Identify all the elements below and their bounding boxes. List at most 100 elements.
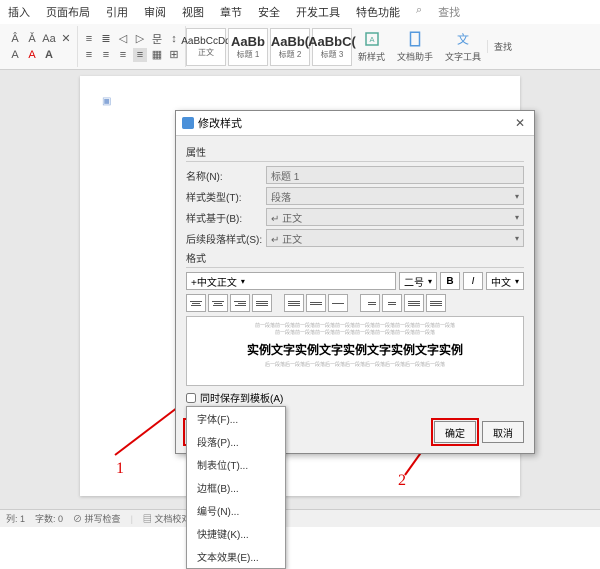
- spellcheck-icon[interactable]: ⊘ 拼写检查: [73, 512, 121, 525]
- section-properties: 属性: [186, 144, 524, 162]
- menu-special[interactable]: 特色功能: [356, 4, 400, 20]
- close-icon[interactable]: ✕: [512, 116, 528, 130]
- align-justify-button[interactable]: [252, 294, 272, 312]
- menu-font[interactable]: 字体(F)...: [187, 407, 285, 430]
- ok-button[interactable]: 确定: [434, 421, 476, 443]
- alignment-row: [186, 294, 524, 312]
- align-right-icon[interactable]: ≡: [116, 48, 130, 62]
- preview-pane: 前一段落前一段落前一段落前一段落前一段落前一段落前一段落前一段落前一段落前一段落…: [186, 316, 524, 386]
- status-words: 字数: 0: [35, 512, 63, 525]
- doc-helper-button[interactable]: 文档助手: [391, 30, 439, 63]
- italic-button[interactable]: I: [463, 272, 483, 290]
- bullet-list-icon[interactable]: ≡: [82, 32, 96, 46]
- style-h3[interactable]: AaBbC(标题 3: [312, 28, 352, 66]
- menu-review[interactable]: 审阅: [144, 4, 166, 20]
- outdent-icon[interactable]: ◁: [116, 32, 130, 46]
- save-template-label: 同时保存到模板(A): [200, 390, 283, 405]
- font-color-icon[interactable]: A: [25, 48, 39, 62]
- number-list-icon[interactable]: ≣: [99, 32, 113, 46]
- menubar: 插入 页面布局 引用 审阅 视图 章节 安全 开发工具 特色功能 ⌕ 查找: [0, 0, 600, 24]
- border-icon[interactable]: ⊞: [167, 48, 181, 62]
- highlight-icon[interactable]: A: [8, 48, 22, 62]
- font-select[interactable]: +中文正文▾: [186, 272, 396, 290]
- clear-format-icon[interactable]: ✕: [59, 32, 73, 46]
- menu-dev[interactable]: 开发工具: [296, 4, 340, 20]
- paragraph-group: ≡ ≣ ◁ ▷ 문 ↕ ≡ ≡ ≡ ≡ ▦ ⊞: [78, 26, 186, 67]
- menu-tabstop[interactable]: 制表位(T)...: [187, 453, 285, 476]
- spacing-1-button[interactable]: [284, 294, 304, 312]
- bold-button[interactable]: B: [440, 272, 460, 290]
- font-shrink-icon[interactable]: Ǎ: [25, 32, 39, 46]
- align-right-button[interactable]: [230, 294, 250, 312]
- base-label: 样式基于(B):: [186, 210, 266, 225]
- modify-style-dialog: 修改样式 ✕ 属性 名称(N):标题 1 样式类型(T):段落▾ 样式基于(B)…: [175, 110, 535, 454]
- indent-inc-button[interactable]: [360, 294, 380, 312]
- align-left-button[interactable]: [186, 294, 206, 312]
- shading-icon[interactable]: ▦: [150, 48, 164, 62]
- toolbar: Â Ǎ Aa ✕ A A A ≡ ≣ ◁ ▷ 문 ↕ ≡ ≡ ≡ ≡ ▦ ⊞ …: [0, 24, 600, 70]
- indent-icon[interactable]: ▷: [133, 32, 147, 46]
- dialog-titlebar: 修改样式 ✕: [176, 111, 534, 136]
- type-select[interactable]: 段落▾: [266, 187, 524, 205]
- menu-layout[interactable]: 页面布局: [46, 4, 90, 20]
- align-left-icon[interactable]: ≡: [82, 48, 96, 62]
- text-tools-icon: 文: [454, 30, 472, 48]
- doc-helper-icon: [406, 30, 424, 48]
- chevron-down-icon: ▾: [515, 277, 519, 286]
- bold-icon[interactable]: A: [42, 48, 56, 62]
- spacing-2-button[interactable]: [306, 294, 326, 312]
- menu-shortcut[interactable]: 快捷键(K)...: [187, 522, 285, 545]
- menu-numbering[interactable]: 编号(N)...: [187, 499, 285, 522]
- follow-label: 后续段落样式(S):: [186, 231, 266, 246]
- chevron-down-icon: ▾: [428, 277, 432, 286]
- status-col: 列: 1: [6, 512, 25, 525]
- menu-insert[interactable]: 插入: [8, 4, 30, 20]
- para-after-button[interactable]: [426, 294, 446, 312]
- para-before-button[interactable]: [404, 294, 424, 312]
- find-button[interactable]: 查找: [487, 40, 518, 53]
- style-h1[interactable]: AaBb标题 1: [228, 28, 268, 66]
- preview-sample: 实例文字实例文字实例文字实例文字实例: [193, 341, 517, 358]
- align-center-icon[interactable]: ≡: [99, 48, 113, 62]
- text-tools-button[interactable]: 文 文字工具: [439, 30, 487, 63]
- base-select[interactable]: ↵ 正文▾: [266, 208, 524, 226]
- search-label[interactable]: 查找: [438, 4, 460, 20]
- preview-greek-after: 后一段落后一段落后一段落后一段落后一段落后一段落后一段落后一段落后一段落: [193, 362, 517, 369]
- section-format: 格式: [186, 250, 524, 268]
- style-normal[interactable]: AaBbCcDd正文: [186, 28, 226, 66]
- menu-texteffect[interactable]: 文本效果(E)...: [187, 545, 285, 568]
- align-center-button[interactable]: [208, 294, 228, 312]
- line-spacing-icon[interactable]: ↕: [167, 32, 181, 46]
- menu-security[interactable]: 安全: [258, 4, 280, 20]
- name-field[interactable]: 标题 1: [266, 166, 524, 184]
- menu-border[interactable]: 边框(B)...: [187, 476, 285, 499]
- format-dropdown: 字体(F)... 段落(P)... 制表位(T)... 边框(B)... 编号(…: [186, 406, 286, 569]
- change-case-icon[interactable]: Aa: [42, 32, 56, 46]
- name-label: 名称(N):: [186, 168, 266, 183]
- type-label: 样式类型(T):: [186, 189, 266, 204]
- search-icon: ⌕: [416, 4, 422, 20]
- style-gallery: AaBbCcDd正文 AaBb标题 1 AaBb(标题 2 AaBbC(标题 3: [186, 28, 352, 66]
- menu-reference[interactable]: 引用: [106, 4, 128, 20]
- save-template-checkbox[interactable]: [186, 393, 196, 403]
- lang-select[interactable]: 中文▾: [486, 272, 524, 290]
- app-icon: [182, 117, 194, 129]
- annotation-1: 1: [116, 460, 124, 478]
- follow-select[interactable]: ↵ 正文▾: [266, 229, 524, 247]
- text-dir-icon[interactable]: 문: [150, 32, 164, 46]
- new-style-button[interactable]: A 新样式: [352, 30, 391, 63]
- indent-dec-button[interactable]: [382, 294, 402, 312]
- menu-section[interactable]: 章节: [220, 4, 242, 20]
- font-group: Â Ǎ Aa ✕ A A A: [4, 26, 78, 67]
- cancel-button[interactable]: 取消: [482, 421, 524, 443]
- align-justify-icon[interactable]: ≡: [133, 48, 147, 62]
- style-h2[interactable]: AaBb(标题 2: [270, 28, 310, 66]
- new-style-icon: A: [363, 30, 381, 48]
- size-select[interactable]: 二号▾: [399, 272, 437, 290]
- menu-paragraph[interactable]: 段落(P)...: [187, 430, 285, 453]
- annotation-2: 2: [398, 472, 406, 490]
- font-grow-icon[interactable]: Â: [8, 32, 22, 46]
- menu-view[interactable]: 视图: [182, 4, 204, 20]
- spacing-3-button[interactable]: [328, 294, 348, 312]
- doccheck-icon[interactable]: ▤ 文档校对: [143, 512, 191, 525]
